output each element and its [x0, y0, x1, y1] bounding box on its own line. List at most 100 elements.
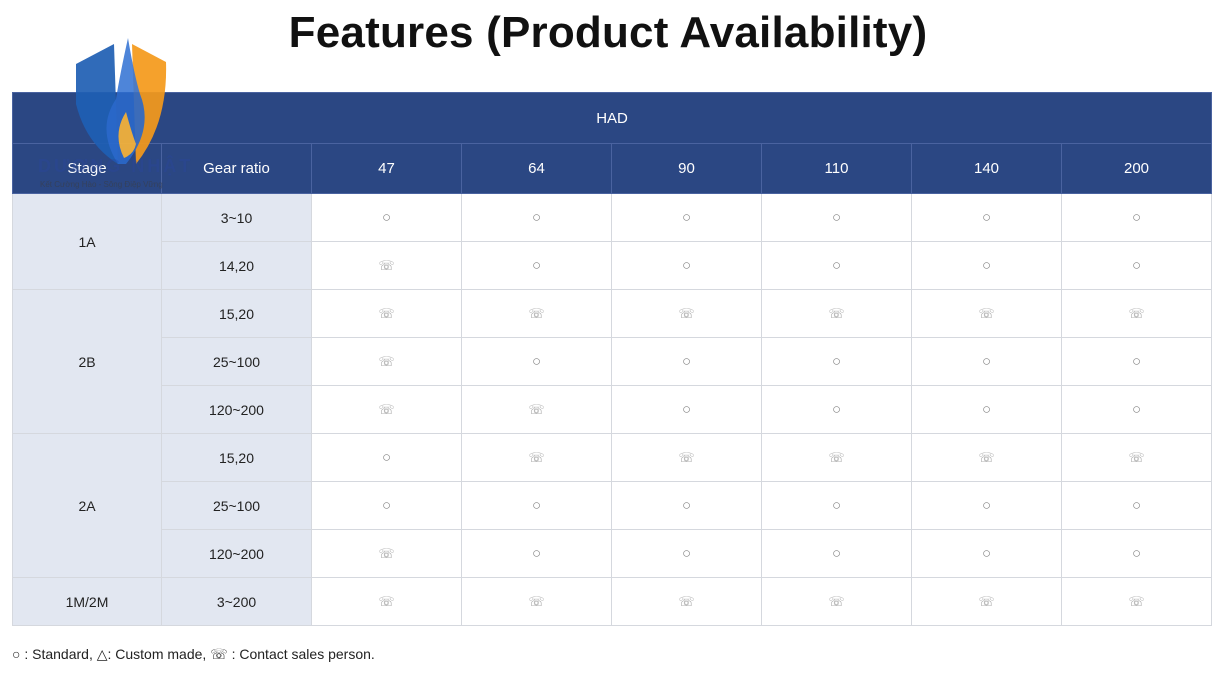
- contact-sales-icon: ☏: [761, 433, 912, 482]
- standard-icon: ○: [1060, 193, 1213, 242]
- standard-icon: ○: [1060, 241, 1213, 290]
- phone-icon: ☏: [528, 306, 545, 321]
- stage-cell: 2B: [12, 289, 162, 434]
- standard-icon: ○: [761, 193, 912, 242]
- circle-icon: ○: [531, 497, 542, 514]
- standard-icon: ○: [1060, 529, 1213, 578]
- circle-icon: ○: [531, 353, 542, 370]
- contact-sales-icon: ☏: [311, 289, 462, 338]
- table-row: 14,20 ☏ ○ ○ ○ ○ ○: [13, 241, 1213, 290]
- phone-icon: ☏: [528, 450, 545, 465]
- table-row: 1M/2M 3~200 ☏ ☏ ☏ ☏ ☏ ☏: [12, 577, 1213, 626]
- circle-icon: ○: [1131, 401, 1142, 418]
- phone-icon: ☏: [828, 594, 845, 609]
- standard-icon: ○: [311, 433, 462, 482]
- phone-icon: ☏: [378, 306, 395, 321]
- circle-icon: ○: [1131, 257, 1142, 274]
- standard-icon: ○: [1060, 481, 1213, 530]
- stage-header: Stage: [12, 143, 162, 194]
- stage-cell: 2A: [12, 433, 162, 578]
- page-title: Features (Product Availability): [288, 8, 928, 57]
- circle-icon: ○: [1131, 497, 1142, 514]
- standard-icon: ○: [611, 481, 762, 530]
- gear-ratio-cell: 14,20: [161, 241, 312, 290]
- circle-icon: ○: [531, 257, 542, 274]
- page: Features (Product Availability) DƯƠNG NH…: [0, 0, 1216, 678]
- phone-icon: ☏: [978, 306, 995, 321]
- standard-icon: ○: [611, 337, 762, 386]
- contact-sales-icon: ☏: [761, 577, 912, 626]
- contact-sales-icon: ☏: [911, 289, 1062, 338]
- standard-icon: ○: [461, 337, 612, 386]
- phone-icon: ☏: [678, 594, 695, 609]
- contact-sales-icon: ☏: [611, 433, 762, 482]
- standard-icon: ○: [1060, 385, 1213, 434]
- standard-icon: ○: [461, 241, 612, 290]
- contact-sales-icon: ☏: [311, 337, 462, 386]
- phone-icon: ☏: [1128, 450, 1145, 465]
- contact-sales-icon: ☏: [611, 289, 762, 338]
- standard-icon: ○: [611, 529, 762, 578]
- gear-ratio-cell: 120~200: [161, 385, 312, 434]
- standard-icon: ○: [911, 385, 1062, 434]
- table-row: 120~200 ☏ ☏ ○ ○ ○ ○: [13, 385, 1213, 434]
- circle-icon: ○: [381, 209, 392, 226]
- phone-icon: ☏: [528, 594, 545, 609]
- standard-icon: ○: [461, 481, 612, 530]
- standard-icon: ○: [911, 529, 1062, 578]
- circle-icon: ○: [681, 497, 692, 514]
- standard-icon: ○: [311, 193, 462, 242]
- circle-icon: ○: [831, 209, 842, 226]
- phone-icon: ☏: [978, 450, 995, 465]
- circle-icon: ○: [981, 209, 992, 226]
- circle-icon: ○: [981, 353, 992, 370]
- phone-icon: ☏: [378, 258, 395, 273]
- circle-icon: ○: [681, 209, 692, 226]
- standard-icon: ○: [761, 529, 912, 578]
- phone-icon: ☏: [378, 402, 395, 417]
- standard-icon: ○: [911, 193, 1062, 242]
- phone-icon: ☏: [678, 306, 695, 321]
- circle-icon: ○: [831, 497, 842, 514]
- standard-icon: ○: [761, 337, 912, 386]
- stage-cell: 1A: [12, 193, 162, 290]
- contact-sales-icon: ☏: [761, 289, 912, 338]
- phone-icon: ☏: [528, 402, 545, 417]
- circle-icon: ○: [981, 545, 992, 562]
- phone-icon: ☏: [1128, 306, 1145, 321]
- phone-icon: ☏: [378, 354, 395, 369]
- contact-sales-icon: ☏: [461, 385, 612, 434]
- contact-sales-icon: ☏: [461, 433, 612, 482]
- contact-sales-icon: ☏: [461, 577, 612, 626]
- circle-icon: ○: [531, 545, 542, 562]
- standard-icon: ○: [911, 337, 1062, 386]
- gear-ratio-cell: 15,20: [161, 289, 312, 338]
- contact-sales-icon: ☏: [1060, 433, 1213, 482]
- circle-icon: ○: [1131, 545, 1142, 562]
- gear-ratio-cell: 25~100: [161, 481, 312, 530]
- contact-sales-icon: ☏: [311, 385, 462, 434]
- circle-icon: ○: [831, 353, 842, 370]
- size-header-64: 64: [461, 143, 612, 194]
- contact-sales-icon: ☏: [311, 241, 462, 290]
- gear-ratio-cell: 15,20: [161, 433, 312, 482]
- size-header-200: 200: [1060, 143, 1213, 194]
- size-header-47: 47: [311, 143, 462, 194]
- legend: ○ : Standard, △: Custom made, ☏ : Contac…: [12, 646, 375, 662]
- gear-ratio-cell: 25~100: [161, 337, 312, 386]
- standard-icon: ○: [311, 481, 462, 530]
- table-row: 2A 15,20 ○ ☏ ☏ ☏ ☏ ☏: [12, 433, 1213, 578]
- contact-sales-icon: ☏: [911, 433, 1062, 482]
- contact-sales-icon: ☏: [461, 289, 612, 338]
- circle-icon: ○: [681, 257, 692, 274]
- circle-icon: ○: [681, 401, 692, 418]
- gear-ratio-header: Gear ratio: [161, 143, 312, 194]
- contact-sales-icon: ☏: [911, 577, 1062, 626]
- circle-icon: ○: [831, 545, 842, 562]
- contact-sales-icon: ☏: [311, 577, 462, 626]
- table-row: 25~100 ☏ ○ ○ ○ ○ ○: [13, 337, 1213, 386]
- standard-icon: ○: [761, 385, 912, 434]
- size-header-110: 110: [761, 143, 912, 194]
- standard-icon: ○: [461, 529, 612, 578]
- size-header-90: 90: [611, 143, 762, 194]
